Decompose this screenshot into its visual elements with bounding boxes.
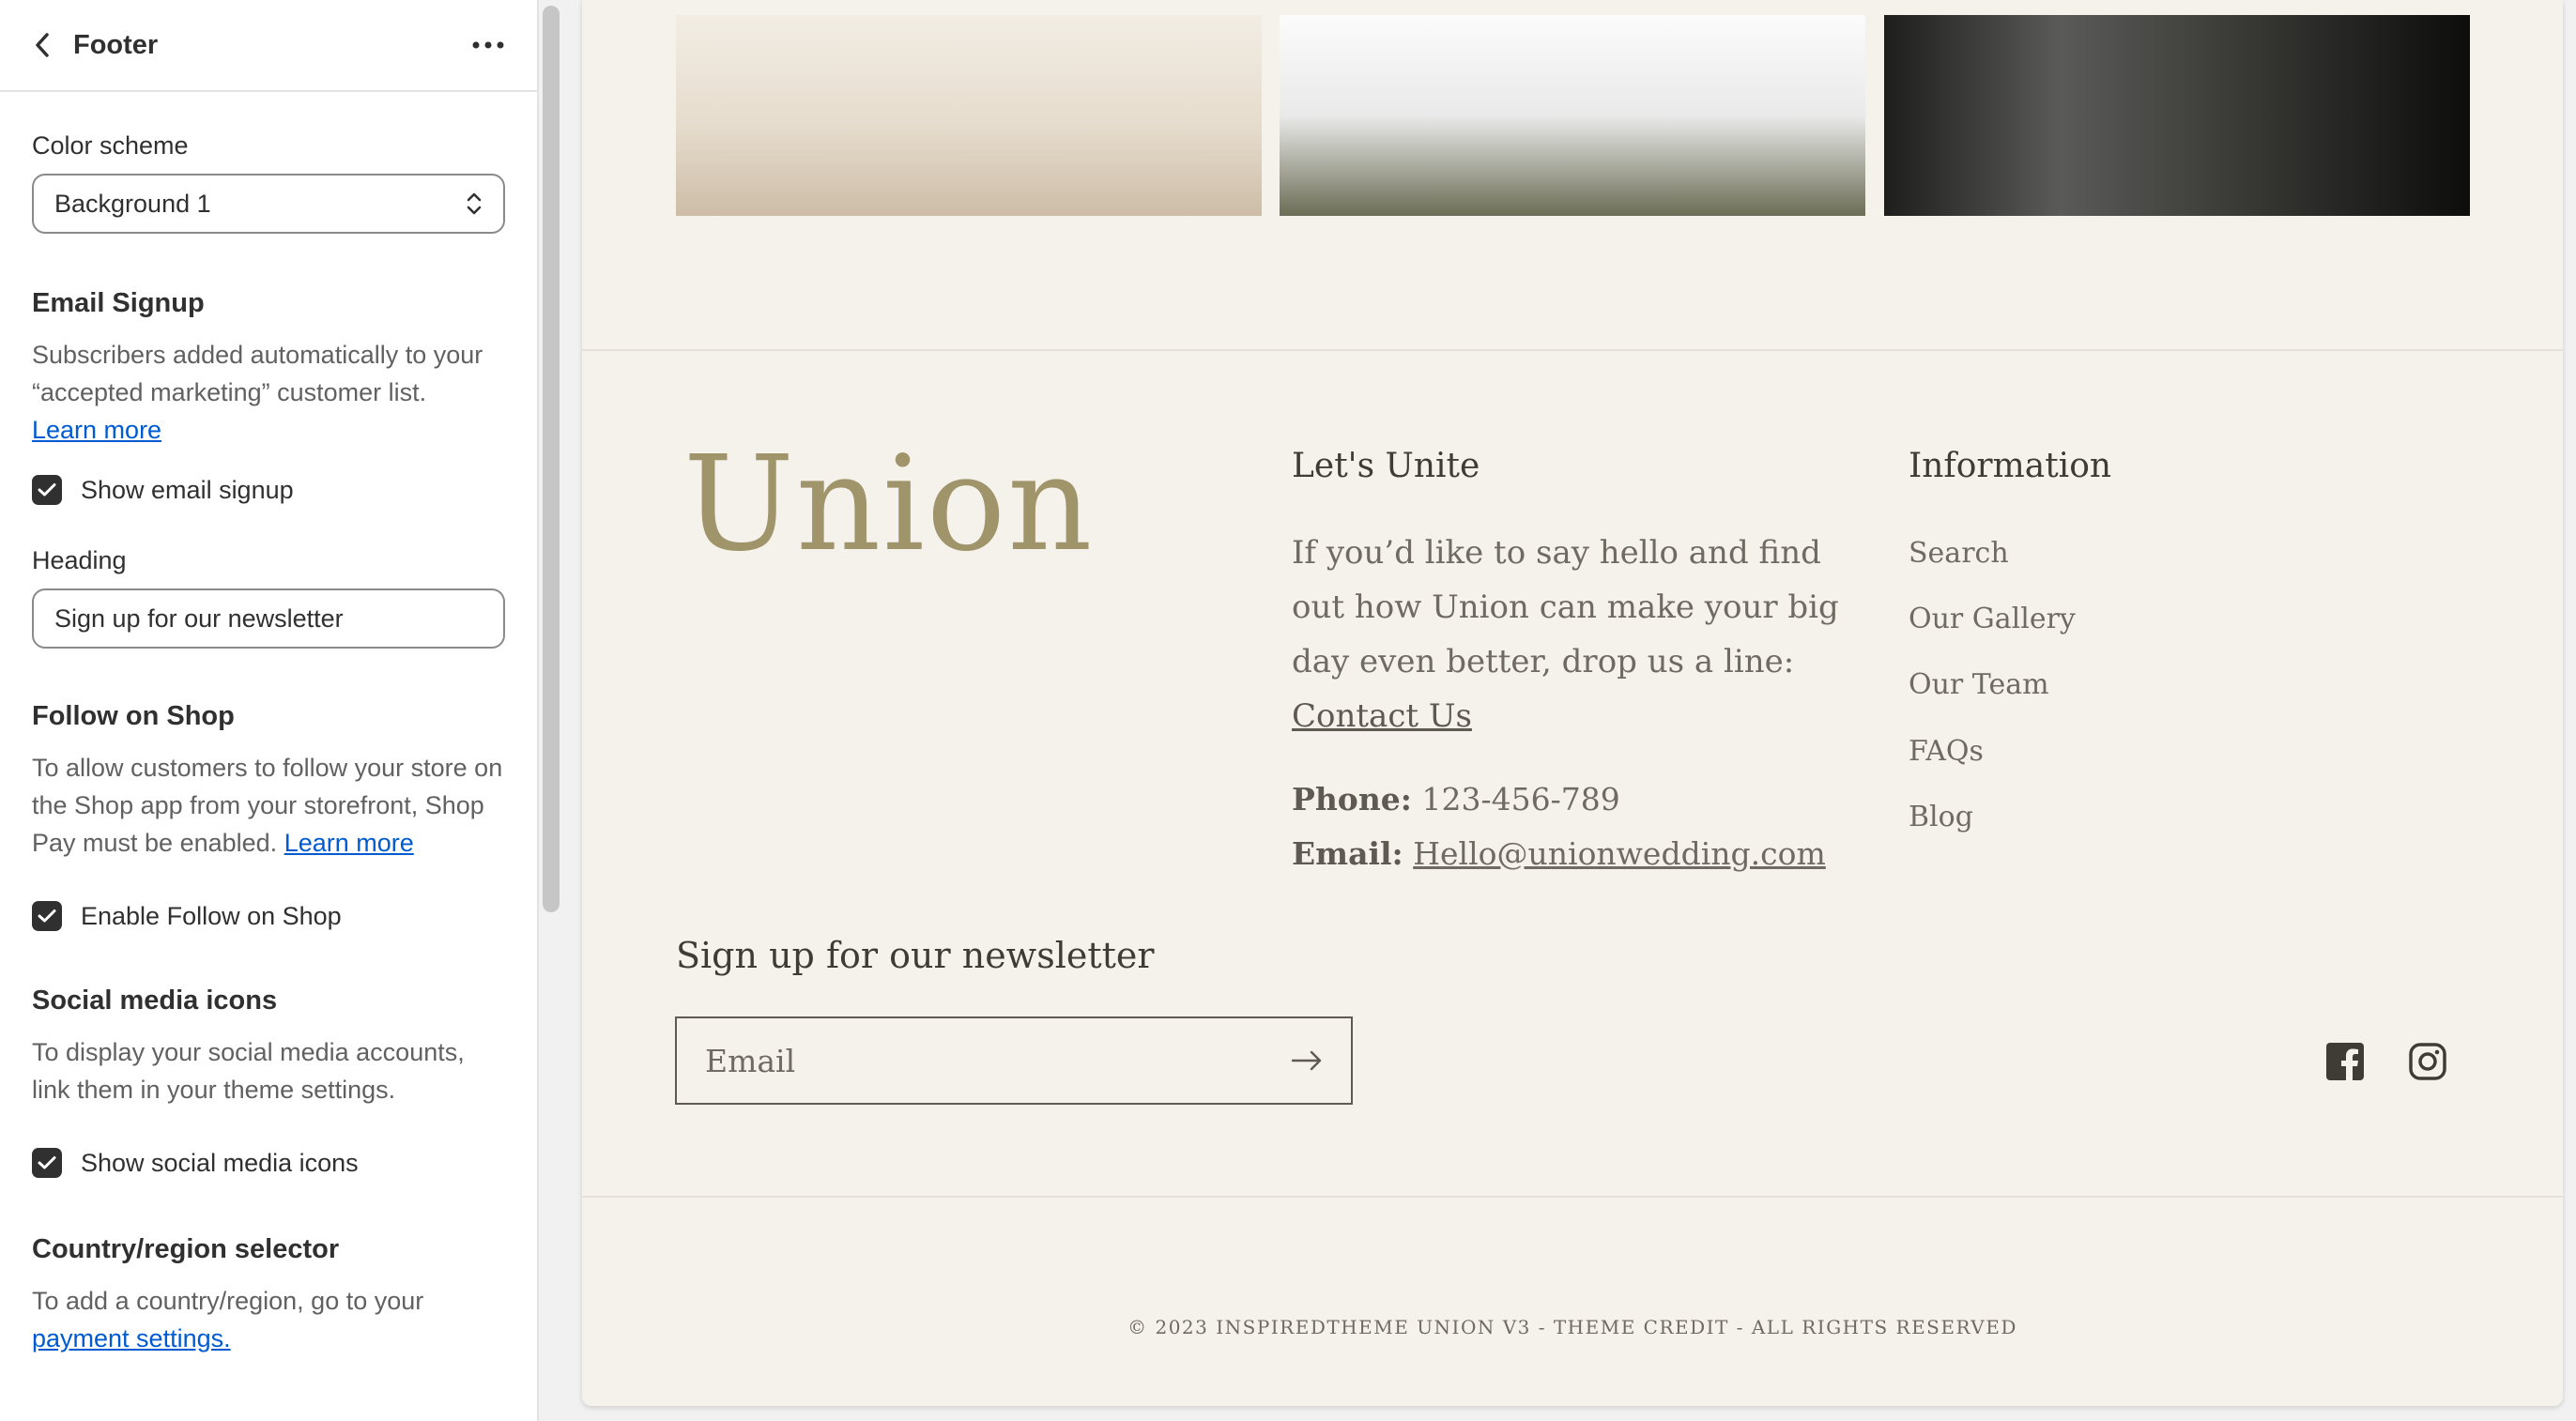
email-label: Email: [1292, 835, 1403, 872]
color-scheme-label: Color scheme [32, 131, 189, 160]
country-selector-desc: To add a country/region, go to your paym… [32, 1282, 505, 1357]
select-arrows-icon [467, 192, 482, 215]
phone-label: Phone: [1292, 781, 1412, 817]
back-button[interactable] [28, 26, 56, 64]
email-signup-heading: Email Signup [32, 288, 205, 318]
heading-input-value: Sign up for our newsletter [54, 604, 344, 633]
checkbox-checked-icon[interactable] [32, 1148, 62, 1178]
social-media-heading: Social media icons [32, 986, 278, 1016]
email-signup-desc-text: Subscribers added automatically to your … [32, 341, 483, 406]
email-link[interactable]: Hello@unionwedding.com [1413, 835, 1826, 872]
info-link-search[interactable]: Search [1909, 537, 2009, 570]
checkbox-checked-icon[interactable] [32, 901, 62, 931]
copyright-text: © 2023 INSPIREDTHEME UNION V3 - THEME CR… [1127, 1316, 2017, 1338]
more-options-button[interactable] [468, 26, 509, 64]
country-desc-text: To add a country/region, go to your [32, 1287, 424, 1315]
theme-preview: Union Let's Unite If you’d like to say h… [582, 0, 2563, 1406]
social-media-desc: To display your social media accounts, l… [32, 1038, 465, 1104]
gallery-image-couple [1280, 15, 1865, 216]
lets-unite-title: Let's Unite [1292, 447, 1480, 485]
phone-value: 123-456-789 [1421, 781, 1620, 817]
follow-shop-desc-text: To allow customers to follow your store … [32, 754, 503, 857]
show-email-signup-label: Show email signup [81, 475, 294, 504]
email-line: Email: Hello@unionwedding.com [1292, 835, 1826, 872]
info-link-blog[interactable]: Blog [1909, 801, 1973, 833]
footer-bottom-divider [582, 1196, 2563, 1198]
enable-follow-shop-checkbox[interactable]: Enable Follow on Shop [32, 901, 505, 931]
follow-shop-learn-more-link[interactable]: Learn more [284, 829, 414, 857]
email-placeholder: Email [705, 1042, 796, 1079]
footer-logo[interactable]: Union [683, 439, 1094, 571]
email-signup-desc: Subscribers added automatically to your … [32, 336, 505, 449]
enable-follow-shop-label: Enable Follow on Shop [81, 901, 342, 930]
lets-unite-text: If you’d like to say hello and find out … [1292, 526, 1855, 743]
panel-scrollbar-thumb[interactable] [543, 6, 560, 912]
contact-us-link[interactable]: Contact Us [1292, 697, 1472, 735]
information-title: Information [1909, 447, 2112, 485]
panel-body: Color scheme Background 1 Email Signup S… [0, 131, 537, 1357]
show-social-icons-label: Show social media icons [81, 1148, 359, 1177]
panel-header: Footer [0, 0, 537, 92]
footer-top-divider [582, 349, 2563, 351]
gallery-image-dark [1884, 15, 2470, 216]
payment-settings-link[interactable]: payment settings. [32, 1324, 231, 1352]
info-link-gallery[interactable]: Our Gallery [1909, 603, 2076, 635]
phone-line: Phone: 123-456-789 [1292, 781, 1620, 817]
chevron-left-icon [36, 33, 49, 57]
email-learn-more-link[interactable]: Learn more [32, 416, 161, 444]
country-selector-heading: Country/region selector [32, 1234, 340, 1264]
show-social-icons-checkbox[interactable]: Show social media icons [32, 1148, 505, 1178]
info-link-team[interactable]: Our Team [1909, 668, 2049, 701]
lets-unite-body: If you’d like to say hello and find out … [1292, 534, 1839, 680]
gallery-image-bouquet [676, 15, 1262, 216]
arrow-right-icon[interactable] [1291, 1050, 1323, 1071]
heading-label: Heading [32, 546, 127, 574]
newsletter-email-input[interactable]: Email [675, 1016, 1353, 1105]
newsletter-heading: Sign up for our newsletter [676, 935, 1155, 976]
color-scheme-value: Background 1 [54, 189, 211, 218]
facebook-icon[interactable] [2325, 1042, 2365, 1081]
show-email-signup-checkbox[interactable]: Show email signup [32, 475, 505, 505]
color-scheme-select[interactable]: Background 1 [32, 174, 505, 234]
follow-shop-heading: Follow on Shop [32, 701, 235, 731]
info-link-faqs[interactable]: FAQs [1909, 735, 1984, 768]
more-horizontal-icon [472, 41, 504, 49]
checkbox-checked-icon[interactable] [32, 475, 62, 505]
settings-panel: Footer Color scheme Background 1 Email S… [0, 0, 539, 1421]
heading-input[interactable]: Sign up for our newsletter [32, 588, 505, 649]
instagram-icon[interactable] [2408, 1042, 2447, 1081]
follow-shop-desc: To allow customers to follow your store … [32, 749, 505, 862]
panel-title: Footer [73, 29, 159, 60]
